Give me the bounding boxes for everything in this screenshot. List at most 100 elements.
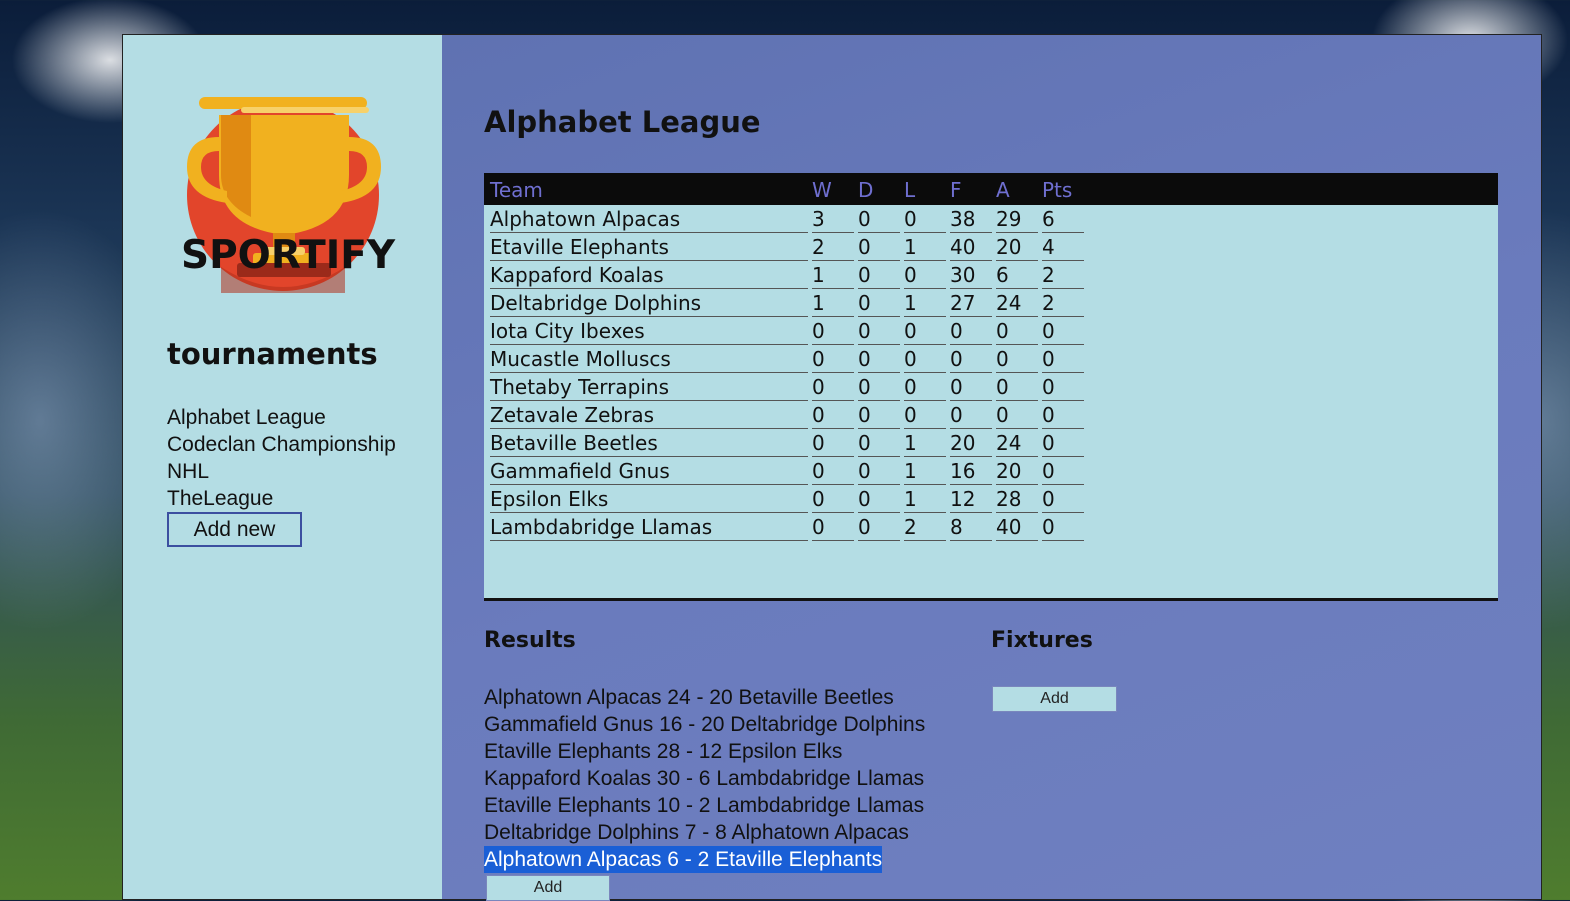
tournament-link-nhl[interactable]: NHL xyxy=(167,458,396,485)
add-fixture-button[interactable]: Add xyxy=(992,686,1117,712)
stat-cell-pts: 6 xyxy=(1042,205,1084,233)
stat-cell-w: 1 xyxy=(812,261,854,289)
team-name-cell: Lambdabridge Llamas xyxy=(490,513,808,541)
table-row: Alphatown Alpacas 3 0 0 38 29 6 xyxy=(490,205,1084,233)
stat-cell-d: 0 xyxy=(858,485,900,513)
stat-cell-f: 40 xyxy=(950,233,992,261)
stat-cell-l: 2 xyxy=(904,513,946,541)
stat-cell-w: 0 xyxy=(812,457,854,485)
team-name-cell: Mucastle Molluscs xyxy=(490,345,808,373)
stat-cell-a: 0 xyxy=(996,317,1038,345)
team-name-cell: Gammafield Gnus xyxy=(490,457,808,485)
column-header-pts: Pts xyxy=(1042,178,1073,202)
tournament-link-theleague[interactable]: TheLeague xyxy=(167,485,396,512)
stat-cell-l: 0 xyxy=(904,345,946,373)
stat-cell-pts: 4 xyxy=(1042,233,1084,261)
stat-cell-a: 6 xyxy=(996,261,1038,289)
column-header-l: L xyxy=(904,178,916,202)
stat-cell-pts: 0 xyxy=(1042,457,1084,485)
stat-cell-a: 20 xyxy=(996,457,1038,485)
stat-cell-l: 1 xyxy=(904,233,946,261)
stat-cell-w: 0 xyxy=(812,373,854,401)
result-item: Etaville Elephants 10 - 2 Lambdabridge L… xyxy=(484,794,925,817)
table-row: Zetavale Zebras 0 0 0 0 0 0 xyxy=(490,401,1084,429)
stat-cell-l: 0 xyxy=(904,261,946,289)
stat-cell-a: 0 xyxy=(996,401,1038,429)
stat-cell-d: 0 xyxy=(858,401,900,429)
column-header-a: A xyxy=(996,178,1010,202)
table-row: Deltabridge Dolphins 1 0 1 27 24 2 xyxy=(490,289,1084,317)
stat-cell-a: 0 xyxy=(996,345,1038,373)
stat-cell-w: 2 xyxy=(812,233,854,261)
tournament-link-alphabet-league[interactable]: Alphabet League xyxy=(167,404,396,431)
column-header-team: Team xyxy=(490,178,543,202)
team-name-cell: Alphatown Alpacas xyxy=(490,205,808,233)
team-name-cell: Deltabridge Dolphins xyxy=(490,289,808,317)
team-name-cell: Betaville Beetles xyxy=(490,429,808,457)
stat-cell-d: 0 xyxy=(858,289,900,317)
stat-cell-w: 0 xyxy=(812,401,854,429)
stat-cell-pts: 0 xyxy=(1042,317,1084,345)
app-frame: SPORTIFY tournaments Alphabet League Cod… xyxy=(122,34,1542,901)
sportify-logo: SPORTIFY xyxy=(181,97,396,293)
fixtures-heading: Fixtures xyxy=(991,628,1093,653)
result-item: Alphatown Alpacas 24 - 20 Betaville Beet… xyxy=(484,686,894,709)
table-row: Kappaford Koalas 1 0 0 30 6 2 xyxy=(490,261,1084,289)
stat-cell-f: 20 xyxy=(950,429,992,457)
stat-cell-w: 0 xyxy=(812,513,854,541)
main-content: Alphabet League Team W D L F A Pts Alpha… xyxy=(442,35,1541,901)
result-item: Kappaford Koalas 30 - 6 Lambdabridge Lla… xyxy=(484,767,925,790)
team-name-cell: Kappaford Koalas xyxy=(490,261,808,289)
add-new-tournament-button[interactable]: Add new xyxy=(167,512,302,547)
stat-cell-pts: 0 xyxy=(1042,485,1084,513)
result-item: Deltabridge Dolphins 7 - 8 Alphatown Alp… xyxy=(484,821,909,844)
team-name-cell: Iota City Ibexes xyxy=(490,317,808,345)
results-list: Alphatown Alpacas 24 - 20 Betaville Beet… xyxy=(484,684,925,873)
add-result-button[interactable]: Add xyxy=(486,875,610,901)
stat-cell-d: 0 xyxy=(858,345,900,373)
table-header-row: Team W D L F A Pts xyxy=(490,175,1084,205)
stat-cell-a: 28 xyxy=(996,485,1038,513)
column-header-d: D xyxy=(858,178,874,202)
stat-cell-f: 0 xyxy=(950,317,992,345)
result-item: Alphatown Alpacas 6 - 2 Etaville Elephan… xyxy=(484,846,883,873)
league-title: Alphabet League xyxy=(484,105,761,139)
stat-cell-l: 0 xyxy=(904,401,946,429)
stat-cell-pts: 0 xyxy=(1042,345,1084,373)
standings-table: Team W D L F A Pts Alphatown Alpacas 3 0 0 3… xyxy=(486,175,1088,541)
stat-cell-f: 0 xyxy=(950,401,992,429)
tournament-list: Alphabet League Codeclan Championship NH… xyxy=(167,404,396,512)
stat-cell-w: 1 xyxy=(812,289,854,317)
standings-table-panel: Team W D L F A Pts Alphatown Alpacas 3 0 0 3… xyxy=(484,173,1498,601)
tournament-link-codeclan-championship[interactable]: Codeclan Championship xyxy=(167,431,396,458)
team-name-cell: Etaville Elephants xyxy=(490,233,808,261)
stat-cell-l: 0 xyxy=(904,373,946,401)
team-name-cell: Zetavale Zebras xyxy=(490,401,808,429)
table-row: Betaville Beetles 0 0 1 20 24 0 xyxy=(490,429,1084,457)
stat-cell-w: 3 xyxy=(812,205,854,233)
stat-cell-pts: 2 xyxy=(1042,289,1084,317)
table-row: Iota City Ibexes 0 0 0 0 0 0 xyxy=(490,317,1084,345)
stat-cell-f: 12 xyxy=(950,485,992,513)
stat-cell-pts: 2 xyxy=(1042,261,1084,289)
stat-cell-f: 38 xyxy=(950,205,992,233)
stat-cell-d: 0 xyxy=(858,429,900,457)
tournaments-heading: tournaments xyxy=(167,337,378,371)
stat-cell-d: 0 xyxy=(858,317,900,345)
team-name-cell: Thetaby Terrapins xyxy=(490,373,808,401)
stat-cell-pts: 0 xyxy=(1042,373,1084,401)
stat-cell-l: 0 xyxy=(904,205,946,233)
logo-text: SPORTIFY xyxy=(181,233,396,278)
table-row: Thetaby Terrapins 0 0 0 0 0 0 xyxy=(490,373,1084,401)
table-row: Mucastle Molluscs 0 0 0 0 0 0 xyxy=(490,345,1084,373)
result-item: Etaville Elephants 28 - 12 Epsilon Elks xyxy=(484,740,843,763)
result-item: Gammafield Gnus 16 - 20 Deltabridge Dolp… xyxy=(484,713,926,736)
table-row: Lambdabridge Llamas 0 0 2 8 40 0 xyxy=(490,513,1084,541)
standings-body: Alphatown Alpacas 3 0 0 38 29 6 Etaville Elepha… xyxy=(490,205,1084,541)
stat-cell-d: 0 xyxy=(858,457,900,485)
table-row: Epsilon Elks 0 0 1 12 28 0 xyxy=(490,485,1084,513)
stat-cell-d: 0 xyxy=(858,373,900,401)
results-heading: Results xyxy=(484,628,576,653)
column-header-w: W xyxy=(812,178,832,202)
stat-cell-a: 20 xyxy=(996,233,1038,261)
